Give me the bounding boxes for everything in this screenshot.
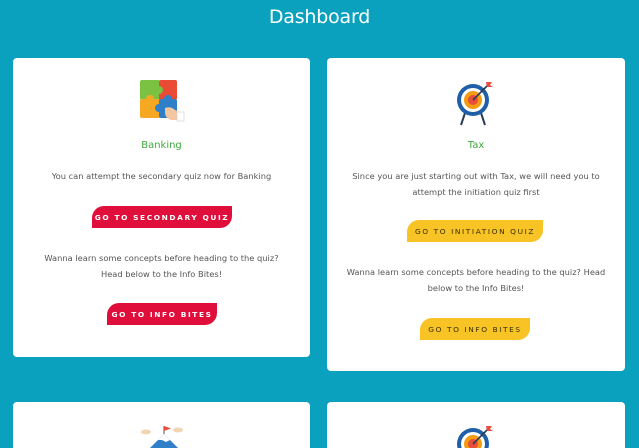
mountain-flag-icon — [138, 422, 186, 448]
go-to-info-bites-button[interactable]: GO TO INFO BITES — [420, 318, 530, 340]
banking-card: Banking You can attempt the secondary qu… — [13, 58, 310, 357]
target-icon — [455, 80, 495, 126]
go-to-initiation-quiz-button[interactable]: GO TO INITIATION QUIZ — [407, 220, 543, 242]
topic-card — [327, 402, 625, 448]
card-message: Since you are just starting out with Tax… — [352, 171, 600, 197]
info-bites-text: Wanna learn some concepts before heading… — [44, 253, 279, 279]
go-to-secondary-quiz-button[interactable]: GO TO SECONDARY QUIZ — [92, 206, 232, 228]
card-title: Tax — [467, 140, 485, 151]
target-icon — [455, 424, 495, 448]
info-bites-text: Wanna learn some concepts before heading… — [346, 267, 606, 293]
card-message: You can attempt the secondary quiz now f… — [51, 171, 272, 181]
topic-card — [13, 402, 310, 448]
tax-card: Tax Since you are just starting out with… — [327, 58, 625, 371]
card-title: Banking — [141, 140, 182, 151]
puzzle-icon — [139, 78, 185, 124]
page-title: Dashboard — [268, 6, 371, 28]
go-to-info-bites-button[interactable]: GO TO INFO BITES — [107, 303, 217, 325]
